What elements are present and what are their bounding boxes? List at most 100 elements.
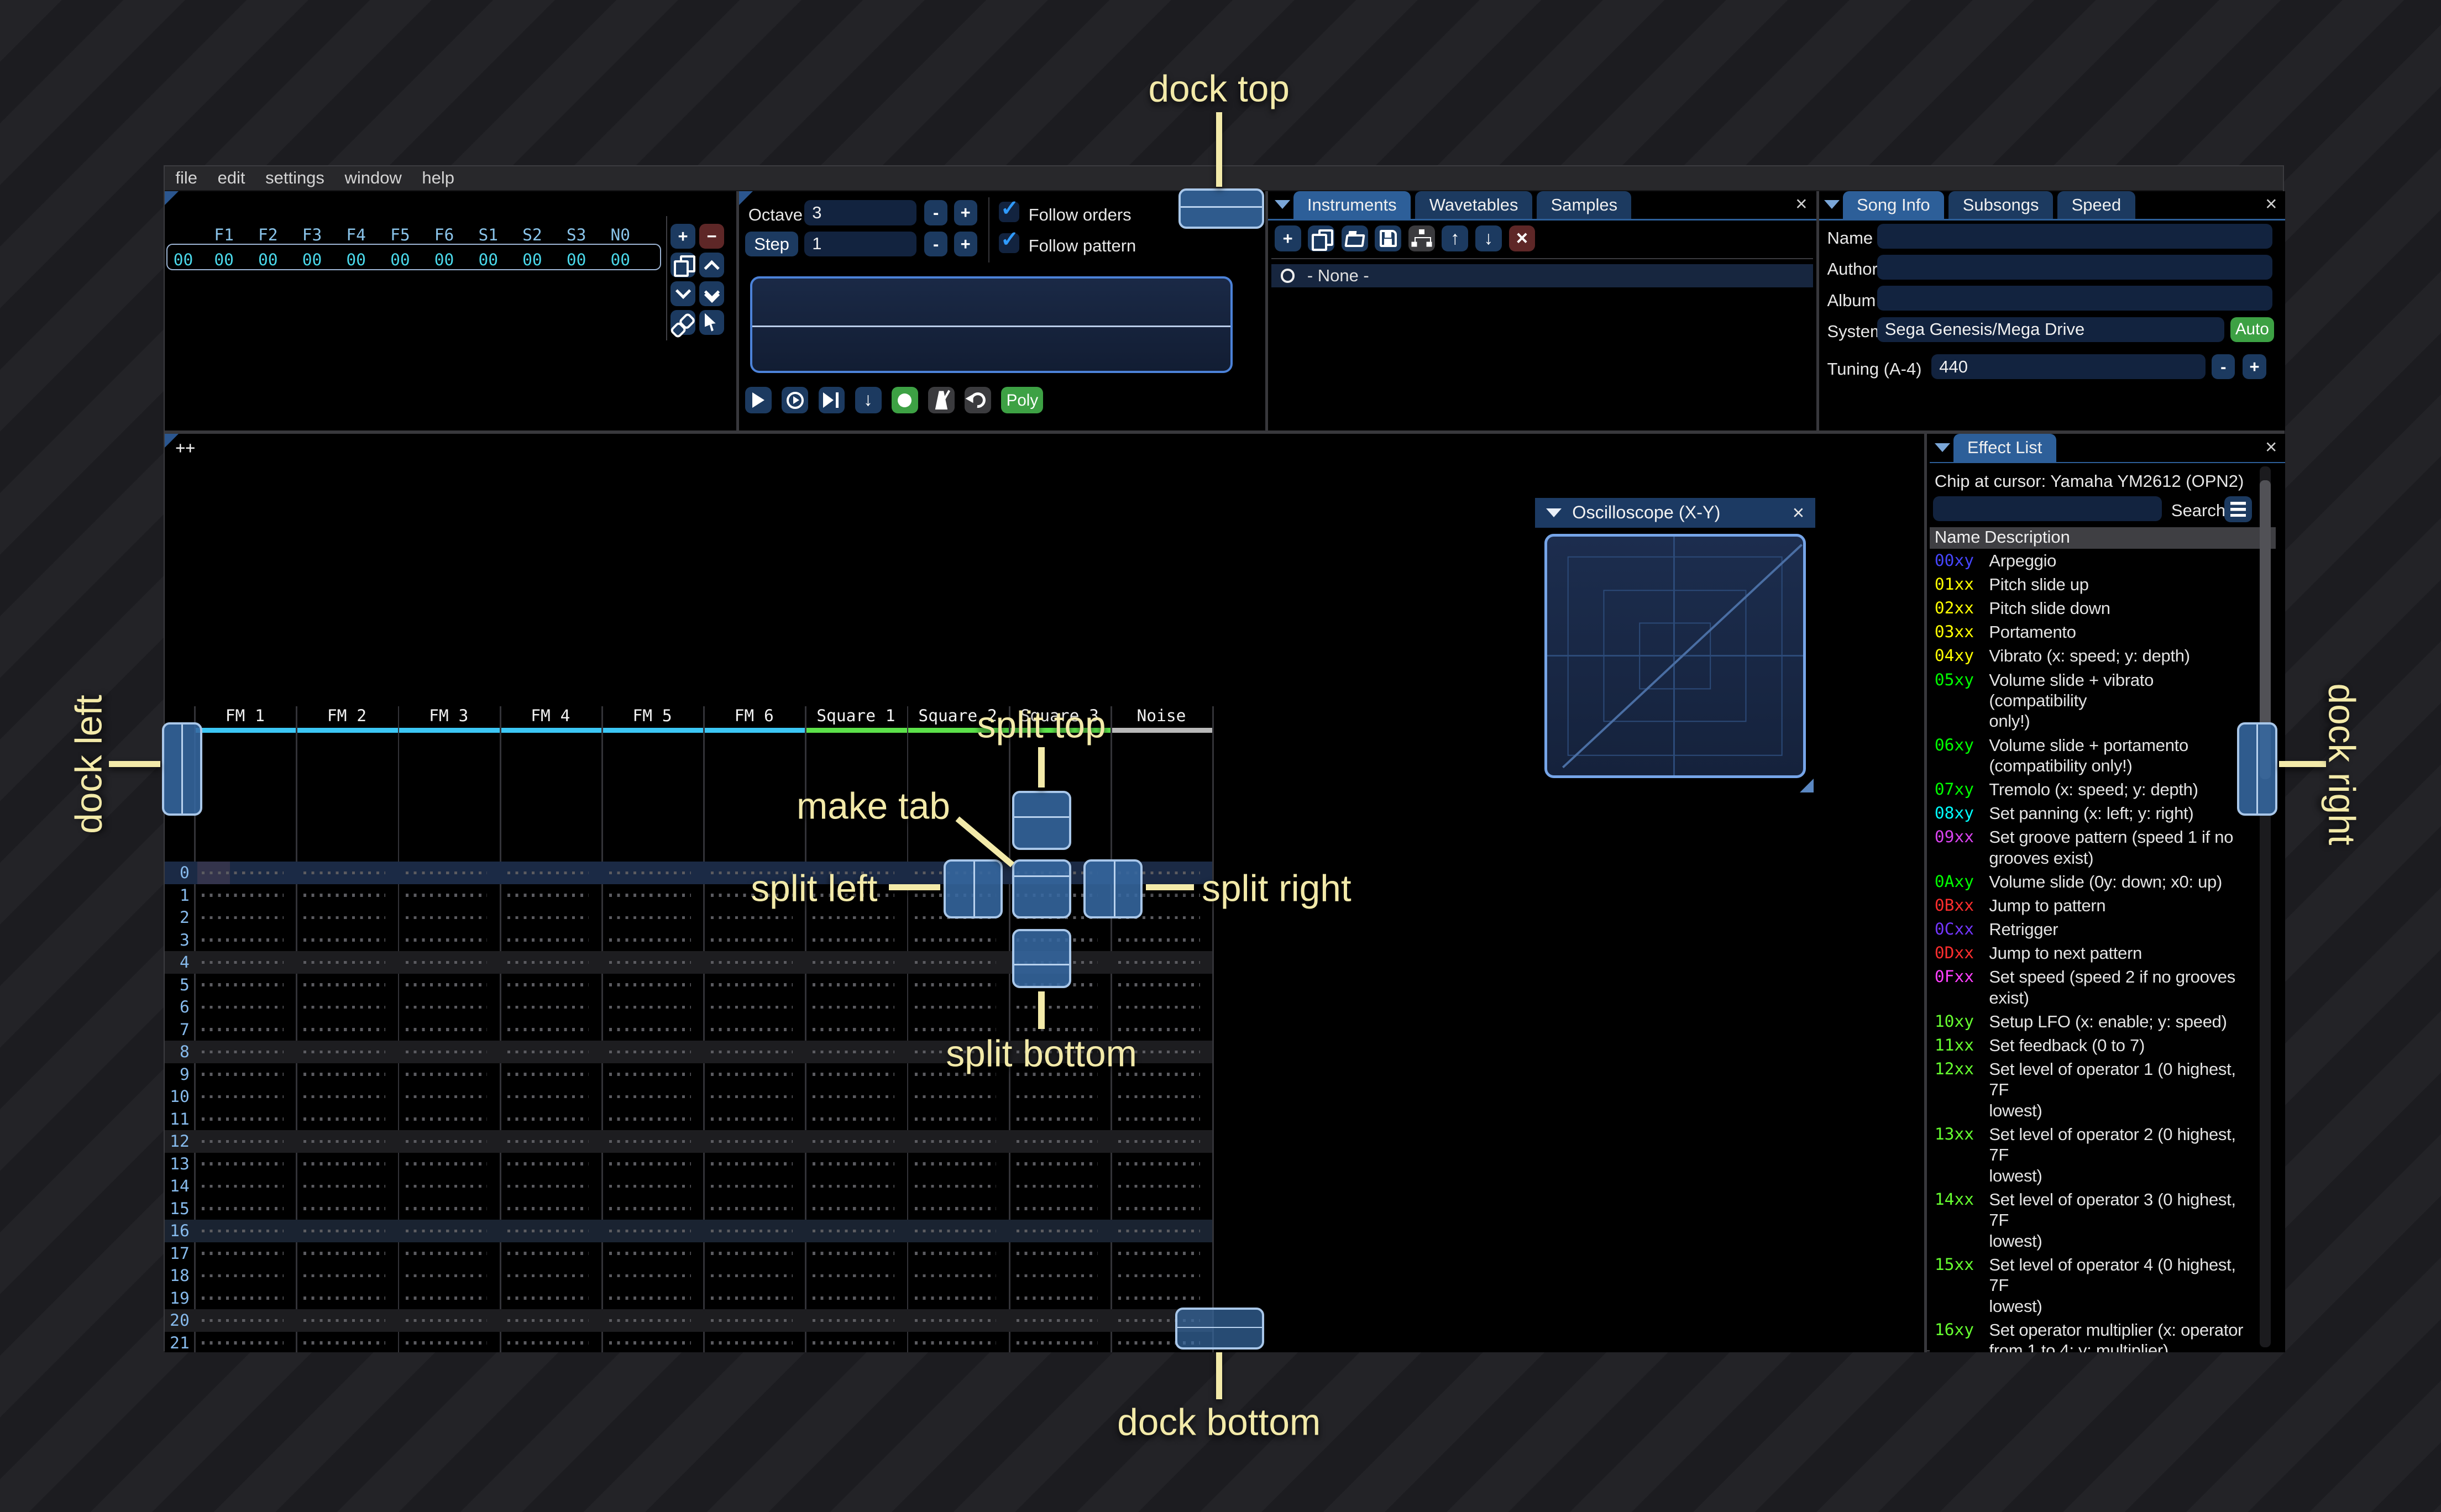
metronome-button[interactable]	[928, 387, 955, 414]
pattern-cell[interactable]	[405, 1184, 488, 1188]
pattern-cell[interactable]	[914, 1184, 997, 1188]
order-cell[interactable]: 00	[202, 250, 246, 269]
tuning-increase-button[interactable]: +	[2243, 354, 2266, 380]
pattern-cell[interactable]	[202, 1117, 284, 1121]
pattern-cell[interactable]	[813, 1319, 894, 1322]
pattern-cell[interactable]	[813, 1184, 894, 1188]
pattern-cell[interactable]	[303, 1117, 386, 1121]
pattern-cell[interactable]	[202, 1184, 284, 1188]
dock-left-target[interactable]	[161, 722, 203, 816]
pattern-cell[interactable]	[405, 1341, 488, 1345]
duplicate-order-button[interactable]	[671, 252, 696, 277]
move-order-up-button[interactable]	[699, 252, 725, 277]
pattern-cell[interactable]	[609, 1073, 691, 1076]
pattern-cell[interactable]	[609, 1274, 691, 1278]
effects-tab-effect-list[interactable]: Effect List	[1953, 433, 2056, 462]
pattern-cell[interactable]	[914, 1252, 997, 1255]
effect-row-00xy[interactable]: 00xy Arpeggio	[1935, 549, 2276, 573]
resize-grip[interactable]	[1800, 778, 1814, 792]
pattern-cell[interactable]	[405, 1207, 488, 1210]
effect-row-0Axy[interactable]: 0Axy Volume slide (0y: down; x0: up)	[1935, 870, 2276, 894]
instrument-folder-view-button[interactable]	[1408, 225, 1435, 252]
effect-row-08xy[interactable]: 08xy Set panning (x: left; y: right)	[1935, 801, 2276, 825]
order-row-index[interactable]: 00	[165, 250, 202, 269]
octave-input[interactable]: 3	[804, 200, 916, 225]
pattern-cell[interactable]	[303, 1005, 386, 1009]
pattern-cell[interactable]	[405, 1274, 488, 1278]
effect-row-07xy[interactable]: 07xy Tremolo (x: speed; y: depth)	[1935, 778, 2276, 801]
pattern-cell[interactable]	[1016, 1296, 1098, 1300]
pattern-cell[interactable]	[711, 1207, 793, 1210]
effect-row-02xx[interactable]: 02xx Pitch slide down	[1935, 596, 2276, 620]
pattern-row-15[interactable]: 15	[165, 1198, 1212, 1220]
panel-fold-triangle[interactable]	[738, 191, 753, 205]
pattern-cell[interactable]	[303, 983, 386, 986]
pattern-cell[interactable]	[507, 1274, 589, 1278]
pattern-cell[interactable]	[711, 983, 793, 986]
pattern-cell[interactable]	[609, 938, 691, 942]
pattern-cell[interactable]	[303, 1028, 386, 1031]
pattern-cell[interactable]	[507, 938, 589, 942]
pattern-cell[interactable]	[1118, 1028, 1200, 1031]
pattern-row-21[interactable]: 21	[165, 1332, 1212, 1352]
pattern-cell[interactable]	[914, 1341, 997, 1345]
orders-row[interactable]: 00 00 00 00 00 00 00 00 00 00 00	[165, 250, 642, 269]
effect-row-15xx[interactable]: 15xx Set level of operator 4 (0 highest, …	[1935, 1253, 2276, 1318]
name-input[interactable]	[1877, 223, 2272, 249]
pattern-cell[interactable]	[711, 1117, 793, 1121]
pattern-cell[interactable]	[405, 1005, 488, 1009]
pattern-cell[interactable]	[1016, 1117, 1098, 1121]
pattern-cell[interactable]	[507, 1050, 589, 1054]
close-icon[interactable]: ×	[2265, 193, 2277, 214]
pattern-cell[interactable]	[711, 1095, 793, 1099]
pattern-cell[interactable]	[609, 960, 691, 964]
effect-search-input[interactable]	[1933, 496, 2162, 521]
pattern-cell[interactable]	[711, 1319, 793, 1322]
pattern-cell[interactable]	[202, 1207, 284, 1210]
order-cell[interactable]: 00	[378, 250, 422, 269]
pattern-cell[interactable]	[914, 1117, 997, 1121]
pattern-cell[interactable]	[914, 1140, 997, 1143]
move-instrument-up-button[interactable]: ↑	[1442, 225, 1469, 252]
order-cell[interactable]: 00	[466, 250, 510, 269]
step-input[interactable]: 1	[804, 231, 916, 256]
pattern-cell[interactable]	[711, 1050, 793, 1054]
effect-row-12xx[interactable]: 12xx Set level of operator 1 (0 highest, …	[1935, 1057, 2276, 1122]
effect-row-06xy[interactable]: 06xy Volume slide + portamento (compatibi…	[1935, 733, 2276, 778]
pattern-cell[interactable]	[303, 1184, 386, 1188]
pattern-cell[interactable]	[202, 894, 284, 897]
pattern-row-10[interactable]: 10	[165, 1085, 1212, 1107]
pattern-cell[interactable]	[405, 1028, 488, 1031]
save-instrument-button[interactable]	[1375, 225, 1402, 252]
pattern-cell[interactable]	[507, 1341, 589, 1345]
pattern-cell[interactable]	[1118, 1296, 1200, 1300]
step-button[interactable]: Step	[745, 231, 798, 256]
pattern-cell[interactable]	[609, 916, 691, 920]
close-icon[interactable]: ×	[1795, 193, 1807, 214]
pattern-cell[interactable]	[202, 1229, 284, 1233]
pattern-cell[interactable]	[507, 1162, 589, 1166]
tuning-decrease-button[interactable]: -	[2212, 354, 2235, 380]
system-input[interactable]: Sega Genesis/Mega Drive	[1877, 317, 2224, 342]
pattern-cell[interactable]	[1118, 960, 1200, 964]
pattern-cell[interactable]	[711, 1184, 793, 1188]
effect-row-09xx[interactable]: 09xx Set groove pattern (speed 1 if no gr…	[1935, 825, 2276, 870]
pattern-cell[interactable]	[1016, 1184, 1098, 1188]
pattern-cell[interactable]	[202, 1252, 284, 1255]
oscilloscope-titlebar[interactable]: Oscilloscope (X-Y) ×	[1534, 498, 1815, 528]
pattern-cell[interactable]	[507, 1140, 589, 1143]
pattern-cell[interactable]	[1118, 983, 1200, 986]
pattern-row-6[interactable]: 6	[165, 996, 1212, 1018]
pattern-cell[interactable]	[303, 1207, 386, 1210]
split-right-target[interactable]	[1083, 859, 1143, 918]
pattern-cell[interactable]	[507, 960, 589, 964]
pattern-cell[interactable]	[405, 1162, 488, 1166]
system-auto-button[interactable]: Auto	[2230, 317, 2274, 342]
split-left-target[interactable]	[943, 859, 1003, 918]
pattern-cell[interactable]	[813, 1229, 894, 1233]
pattern-cell[interactable]	[711, 1274, 793, 1278]
octave-increase-button[interactable]: +	[954, 200, 977, 225]
pattern-row-11[interactable]: 11	[165, 1108, 1212, 1130]
make-tab-target[interactable]	[1012, 859, 1071, 918]
pattern-cell[interactable]	[405, 1229, 488, 1233]
